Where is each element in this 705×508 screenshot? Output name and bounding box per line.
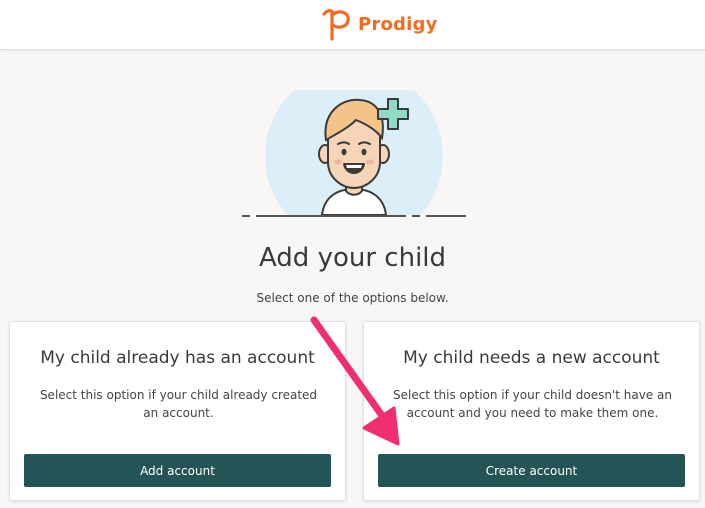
existing-account-card: My child already has an account Select t… — [9, 321, 346, 501]
new-account-card: My child needs a new account Select this… — [363, 321, 700, 501]
avatar-right-cheek — [366, 159, 374, 165]
avatar-teeth — [346, 165, 362, 168]
page-subtitle: Select one of the options below. — [256, 291, 449, 305]
page-title: Add your child — [258, 243, 447, 273]
top-bar: Prodigy — [0, 0, 705, 50]
avatar-left-cheek — [334, 159, 342, 165]
avatar-right-eye — [361, 148, 367, 156]
create-account-button[interactable]: Create account — [378, 454, 685, 487]
existing-account-description: Select this option if your child already… — [39, 388, 318, 420]
avatar-left-eye — [341, 148, 347, 156]
new-account-title: My child needs a new account — [403, 348, 660, 368]
new-account-description: Select this option if your child doesn't… — [392, 388, 672, 420]
brand-name: Prodigy — [358, 13, 438, 35]
prodigy-logo[interactable]: Prodigy — [318, 6, 438, 42]
child-avatar-illustration — [238, 90, 470, 222]
prodigy-p-icon — [322, 9, 350, 41]
existing-account-title: My child already has an account — [40, 348, 315, 368]
add-account-button[interactable]: Add account — [24, 454, 331, 487]
